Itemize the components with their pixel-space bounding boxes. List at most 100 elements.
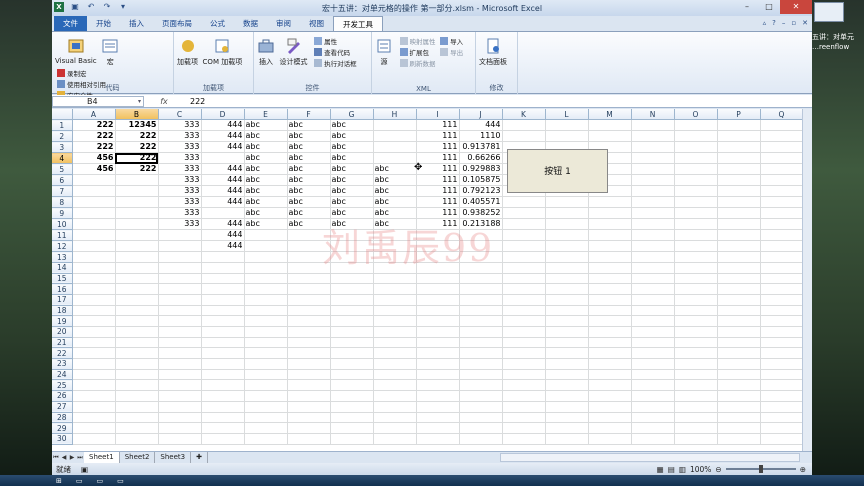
cell[interactable] bbox=[674, 326, 718, 338]
view-code-button[interactable]: 查看代码 bbox=[314, 46, 357, 57]
cell[interactable] bbox=[717, 347, 761, 360]
visual-basic-button[interactable]: Visual Basic bbox=[55, 35, 97, 65]
row-header[interactable]: 20 bbox=[52, 326, 73, 338]
cell[interactable] bbox=[416, 305, 460, 317]
row-header[interactable]: 17 bbox=[52, 294, 73, 306]
insert-sheet-icon[interactable]: ✚ bbox=[191, 452, 208, 463]
cell[interactable] bbox=[72, 433, 116, 445]
cell[interactable] bbox=[588, 218, 632, 231]
cell[interactable] bbox=[502, 347, 546, 360]
cell[interactable] bbox=[717, 240, 761, 253]
refresh-data-button[interactable]: 刷新数据 bbox=[399, 57, 436, 68]
cell[interactable] bbox=[72, 196, 116, 209]
cell[interactable] bbox=[717, 273, 761, 285]
cell[interactable] bbox=[631, 141, 675, 154]
cell[interactable]: 444 bbox=[201, 218, 245, 231]
cell[interactable] bbox=[588, 130, 632, 143]
cell[interactable] bbox=[717, 390, 761, 402]
com-addins-button[interactable]: COM 加载项 bbox=[203, 35, 242, 67]
cell[interactable] bbox=[373, 433, 417, 445]
cell[interactable]: abc bbox=[287, 130, 331, 143]
row-header[interactable]: 10 bbox=[52, 218, 73, 231]
cell[interactable] bbox=[72, 283, 116, 295]
cell[interactable]: abc bbox=[244, 141, 288, 154]
cell[interactable] bbox=[416, 379, 460, 392]
cell[interactable]: abc bbox=[287, 119, 331, 132]
cell[interactable] bbox=[201, 251, 245, 263]
cell[interactable] bbox=[115, 422, 159, 434]
cell[interactable] bbox=[674, 262, 718, 274]
cell[interactable]: abc bbox=[373, 163, 417, 176]
row-header[interactable]: 22 bbox=[52, 347, 73, 360]
cell[interactable] bbox=[158, 433, 202, 445]
zoom-slider[interactable] bbox=[725, 465, 796, 473]
cell[interactable] bbox=[244, 390, 288, 402]
cell[interactable] bbox=[760, 294, 804, 306]
cell[interactable]: 456 bbox=[72, 163, 116, 176]
cell[interactable] bbox=[115, 273, 159, 285]
cell[interactable] bbox=[244, 433, 288, 445]
cell[interactable] bbox=[201, 326, 245, 338]
first-sheet-icon[interactable]: ⏮ bbox=[52, 454, 60, 462]
cell[interactable] bbox=[72, 326, 116, 338]
cell[interactable] bbox=[760, 185, 804, 198]
cell[interactable] bbox=[631, 401, 675, 413]
cell[interactable] bbox=[545, 119, 589, 132]
cell[interactable] bbox=[588, 273, 632, 285]
zoom-level[interactable]: 100% bbox=[690, 465, 711, 474]
cell[interactable] bbox=[373, 379, 417, 392]
cell[interactable]: abc bbox=[244, 207, 288, 220]
column-header[interactable]: H bbox=[373, 109, 417, 121]
cell[interactable] bbox=[459, 390, 503, 402]
cell[interactable] bbox=[72, 337, 116, 349]
cell[interactable]: abc bbox=[244, 196, 288, 209]
cell[interactable] bbox=[502, 326, 546, 338]
cell[interactable] bbox=[760, 130, 804, 143]
row-header[interactable]: 24 bbox=[52, 369, 73, 381]
cell[interactable] bbox=[115, 185, 159, 198]
cell[interactable] bbox=[72, 347, 116, 360]
cell[interactable] bbox=[287, 390, 331, 402]
cell[interactable] bbox=[588, 379, 632, 392]
row-header[interactable]: 29 bbox=[52, 422, 73, 434]
cell[interactable] bbox=[545, 315, 589, 327]
cell[interactable] bbox=[502, 337, 546, 349]
cell[interactable] bbox=[717, 207, 761, 220]
row-header[interactable]: 28 bbox=[52, 412, 73, 424]
cell[interactable]: 222 bbox=[72, 141, 116, 154]
row-header[interactable]: 5 bbox=[52, 163, 73, 176]
cell[interactable] bbox=[502, 273, 546, 285]
tab-home[interactable]: 开始 bbox=[87, 16, 120, 31]
cell[interactable] bbox=[674, 433, 718, 445]
cell[interactable] bbox=[717, 152, 761, 165]
cell[interactable] bbox=[674, 130, 718, 143]
cell[interactable] bbox=[631, 379, 675, 392]
cell[interactable] bbox=[502, 401, 546, 413]
cell[interactable]: abc bbox=[287, 174, 331, 187]
cell[interactable] bbox=[459, 315, 503, 327]
record-macro-button[interactable]: 录制宏 bbox=[57, 67, 106, 78]
minimize-ribbon-icon[interactable]: ▵ bbox=[763, 19, 767, 27]
cell[interactable] bbox=[201, 379, 245, 392]
cell[interactable] bbox=[244, 305, 288, 317]
cell[interactable]: 111 bbox=[416, 196, 460, 209]
cell[interactable] bbox=[631, 174, 675, 187]
cell[interactable] bbox=[588, 433, 632, 445]
cell[interactable] bbox=[674, 229, 718, 242]
cell[interactable] bbox=[545, 240, 589, 253]
cell[interactable]: 12345 bbox=[115, 119, 159, 132]
cell[interactable] bbox=[416, 369, 460, 381]
cell[interactable]: 1110 bbox=[459, 130, 503, 143]
cell[interactable] bbox=[72, 240, 116, 253]
prev-sheet-icon[interactable]: ◀ bbox=[60, 454, 68, 461]
cell[interactable] bbox=[201, 262, 245, 274]
page-layout-view-icon[interactable]: ▤ bbox=[668, 465, 675, 474]
cell[interactable] bbox=[717, 174, 761, 187]
cell[interactable] bbox=[287, 379, 331, 392]
cell[interactable] bbox=[115, 412, 159, 424]
cell[interactable] bbox=[631, 433, 675, 445]
cell[interactable] bbox=[459, 433, 503, 445]
cell[interactable] bbox=[158, 294, 202, 306]
column-header[interactable]: C bbox=[158, 109, 202, 121]
cell[interactable] bbox=[588, 390, 632, 402]
